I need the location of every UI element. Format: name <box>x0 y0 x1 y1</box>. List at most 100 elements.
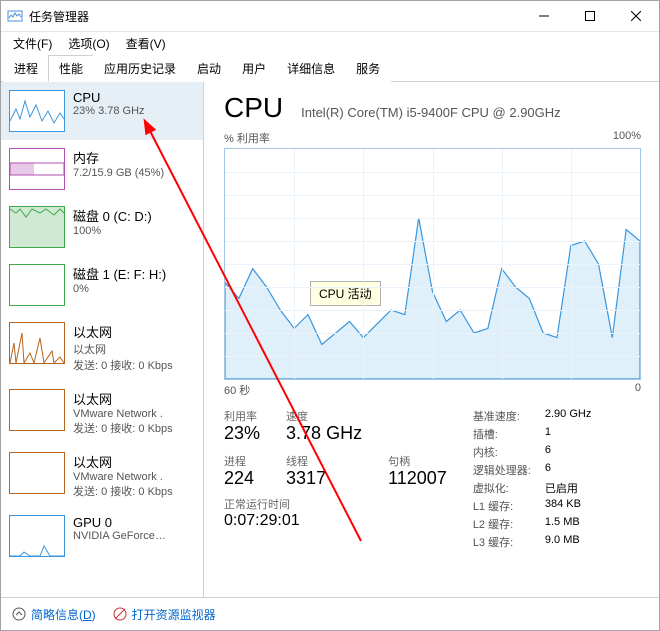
sidebar-thumb <box>9 389 65 431</box>
spec-key: L3 缓存: <box>473 534 531 550</box>
tab-性能[interactable]: 性能 <box>48 55 94 82</box>
maximize-button[interactable] <box>567 1 613 31</box>
minimize-button[interactable] <box>521 1 567 31</box>
sidebar-item-sub: VMware Network . <box>73 408 195 420</box>
open-resmon-link[interactable]: 打开资源监视器 <box>132 606 216 623</box>
spec-key: 虚拟化: <box>473 480 531 496</box>
sidebar-thumb <box>9 148 65 190</box>
stat-label: 速度 <box>286 408 362 424</box>
graph-x-right: 0 <box>635 382 641 398</box>
menu-file[interactable]: 文件(F) <box>5 33 60 54</box>
graph-y-label: % 利用率 <box>224 130 270 146</box>
statusbar: 简略信息(D) 打开资源监视器 <box>1 597 659 630</box>
sidebar-item-sub: 100% <box>73 225 195 237</box>
tab-启动[interactable]: 启动 <box>186 55 232 82</box>
sidebar-item-7[interactable]: GPU 0NVIDIA GeForce… <box>1 507 203 565</box>
tab-详细信息[interactable]: 详细信息 <box>276 55 346 82</box>
menubar: 文件(F) 选项(O) 查看(V) <box>1 32 659 54</box>
spec-key: 基准速度: <box>473 408 531 424</box>
sidebar-thumb <box>9 90 65 132</box>
graph-x-left: 60 秒 <box>224 382 250 398</box>
sidebar-thumb <box>9 264 65 306</box>
tab-服务[interactable]: 服务 <box>345 55 391 82</box>
stat-cell-0: 利用率23% <box>224 408 260 443</box>
sidebar-item-title: GPU 0 <box>73 515 195 530</box>
menu-options[interactable]: 选项(O) <box>60 33 117 54</box>
graph-y-max: 100% <box>613 130 641 146</box>
sidebar-item-1[interactable]: 内存7.2/15.9 GB (45%) <box>1 140 203 198</box>
uptime-value: 0:07:29:01 <box>224 512 447 530</box>
chevron-up-icon[interactable] <box>11 606 27 622</box>
stat-label: 进程 <box>224 453 260 469</box>
close-button[interactable] <box>613 1 659 31</box>
sidebar-item-5[interactable]: 以太网VMware Network .发送: 0 接收: 0 Kbps <box>1 381 203 444</box>
spec-value: 6 <box>545 462 591 478</box>
sidebar-item-sub: 0% <box>73 283 195 295</box>
sidebar-item-title: 以太网 <box>73 452 195 471</box>
stat-cell-3: 进程224 <box>224 453 260 488</box>
sidebar-item-sub: 发送: 0 接收: 0 Kbps <box>73 420 195 436</box>
sidebar-item-0[interactable]: CPU23% 3.78 GHz <box>1 82 203 140</box>
sidebar-item-sub: NVIDIA GeForce… <box>73 530 195 542</box>
stat-label: 利用率 <box>224 408 260 424</box>
menu-view[interactable]: 查看(V) <box>118 33 174 54</box>
sidebar-item-2[interactable]: 磁盘 0 (C: D:)100% <box>1 198 203 256</box>
stat-cell-4: 线程3317 <box>286 453 362 488</box>
sidebar-item-sub: 7.2/15.9 GB (45%) <box>73 167 195 179</box>
stat-cell-2 <box>388 408 447 443</box>
tab-应用历史记录[interactable]: 应用历史记录 <box>93 55 187 82</box>
sidebar-item-sub: 发送: 0 接收: 0 Kbps <box>73 483 195 499</box>
stat-value: 3.78 GHz <box>286 424 362 443</box>
sidebar-item-sub: 以太网 <box>73 341 195 357</box>
spec-value: 已启用 <box>545 480 591 496</box>
fewer-details-link[interactable]: 简略信息(D) <box>31 606 96 623</box>
resmon-icon <box>112 606 128 622</box>
spec-value: 6 <box>545 444 591 460</box>
spec-key: L2 缓存: <box>473 516 531 532</box>
sidebar-item-title: 磁盘 1 (E: F: H:) <box>73 264 195 283</box>
stat-value: 112007 <box>388 469 447 488</box>
stat-value: 3317 <box>286 469 362 488</box>
spec-value: 384 KB <box>545 498 591 514</box>
spec-value: 2.90 GHz <box>545 408 591 424</box>
spec-key: 内核: <box>473 444 531 460</box>
sidebar-item-title: 以太网 <box>73 389 195 408</box>
cpu-fullname: Intel(R) Core(TM) i5-9400F CPU @ 2.90GHz <box>301 105 561 120</box>
performance-sidebar[interactable]: CPU23% 3.78 GHz内存7.2/15.9 GB (45%)磁盘 0 (… <box>1 82 204 597</box>
cpu-usage-graph[interactable]: CPU 活动 <box>224 148 641 380</box>
window-title: 任务管理器 <box>29 8 89 25</box>
stat-cell-5: 句柄112007 <box>388 453 447 488</box>
sidebar-item-3[interactable]: 磁盘 1 (E: F: H:)0% <box>1 256 203 314</box>
stat-value: 224 <box>224 469 260 488</box>
sidebar-item-title: CPU <box>73 90 195 105</box>
cpu-detail-pane: CPU Intel(R) Core(TM) i5-9400F CPU @ 2.9… <box>204 82 659 597</box>
stat-label: 线程 <box>286 453 362 469</box>
sidebar-item-sub: VMware Network . <box>73 471 195 483</box>
stat-cell-1: 速度3.78 GHz <box>286 408 362 443</box>
tab-进程[interactable]: 进程 <box>3 55 49 82</box>
spec-value: 1 <box>545 426 591 442</box>
tabstrip: 进程性能应用历史记录启动用户详细信息服务 <box>1 54 659 82</box>
app-icon <box>7 8 23 24</box>
sidebar-thumb <box>9 515 65 557</box>
graph-tooltip: CPU 活动 <box>310 281 381 306</box>
sidebar-thumb <box>9 206 65 248</box>
tab-用户[interactable]: 用户 <box>231 55 277 82</box>
stat-value: 23% <box>224 424 260 443</box>
task-manager-window: 任务管理器 文件(F) 选项(O) 查看(V) 进程性能应用历史记录启动用户详细… <box>0 0 660 631</box>
sidebar-item-6[interactable]: 以太网VMware Network .发送: 0 接收: 0 Kbps <box>1 444 203 507</box>
stat-label: 句柄 <box>388 453 447 469</box>
sidebar-item-4[interactable]: 以太网以太网发送: 0 接收: 0 Kbps <box>1 314 203 381</box>
sidebar-item-sub: 23% 3.78 GHz <box>73 105 195 117</box>
sidebar-item-sub: 发送: 0 接收: 0 Kbps <box>73 357 195 373</box>
titlebar[interactable]: 任务管理器 <box>1 1 659 32</box>
sidebar-item-title: 内存 <box>73 148 195 167</box>
spec-value: 9.0 MB <box>545 534 591 550</box>
spec-key: 逻辑处理器: <box>473 462 531 478</box>
spec-key: L1 缓存: <box>473 498 531 514</box>
sidebar-thumb <box>9 452 65 494</box>
spec-key: 插槽: <box>473 426 531 442</box>
spec-value: 1.5 MB <box>545 516 591 532</box>
sidebar-item-title: 磁盘 0 (C: D:) <box>73 206 195 225</box>
sidebar-item-title: 以太网 <box>73 322 195 341</box>
